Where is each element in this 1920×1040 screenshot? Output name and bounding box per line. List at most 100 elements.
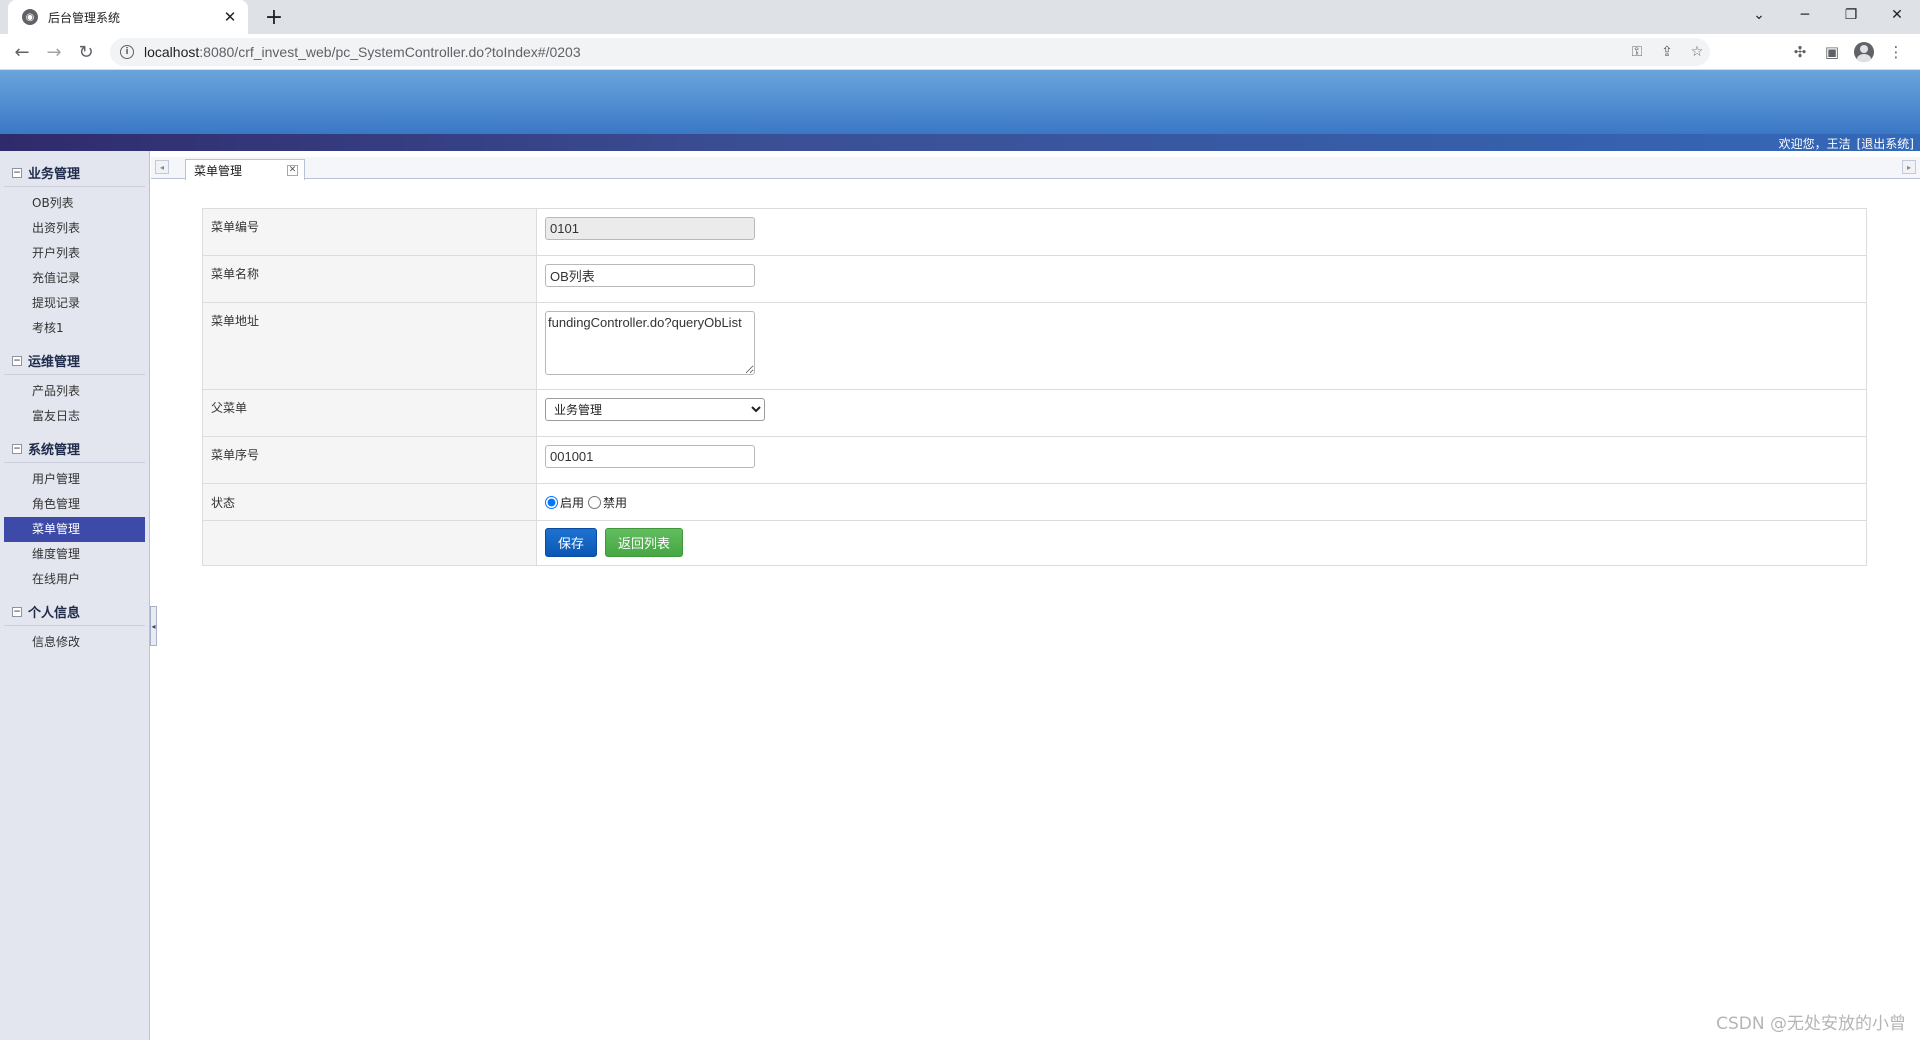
collapse-icon: − (12, 167, 22, 178)
tab-menu-management[interactable]: 菜单管理 ✕ (185, 159, 305, 180)
tab-scroll-right-icon[interactable]: ▸ (1902, 160, 1916, 174)
welcome-area: 欢迎您，王洁 [退出系统] (1773, 135, 1914, 152)
status-disabled-label[interactable]: 禁用 (603, 494, 627, 511)
kebab-menu-icon[interactable]: ⋮ (1882, 38, 1910, 66)
menu-name-label: 菜单名称 (202, 255, 537, 303)
star-icon[interactable]: ☆ (1684, 38, 1710, 66)
sidebar-item-role-management[interactable]: 角色管理 (4, 492, 145, 517)
status-cell: 启用 禁用 (536, 483, 1867, 521)
sidebar-item-fuyou-log[interactable]: 富友日志 (4, 404, 145, 429)
sidebar-item-ob-list[interactable]: OB列表 (4, 191, 145, 216)
logout-link[interactable]: [退出系统] (1857, 137, 1914, 151)
status-enabled-radio[interactable] (545, 496, 558, 509)
group-header-personal[interactable]: − 个人信息 (4, 598, 145, 626)
form-row-actions: 保存 返回列表 (202, 520, 1867, 566)
menu-edit-form: 菜单编号 菜单名称 菜单地址 fundingController.do?quer… (202, 208, 1867, 566)
back-arrow-icon[interactable]: ← (8, 38, 36, 66)
share-icon[interactable]: ⇪ (1654, 38, 1680, 66)
sidebar-item-assessment[interactable]: 考核1 (4, 316, 145, 341)
menu-url-cell: fundingController.do?queryObList (536, 302, 1867, 390)
menu-code-cell (536, 208, 1867, 256)
menu-order-cell (536, 436, 1867, 484)
sidebar-item-online-users[interactable]: 在线用户 (4, 567, 145, 592)
status-label: 状态 (202, 483, 537, 521)
parent-menu-cell: 业务管理 (536, 389, 1867, 437)
tab-scroll-left-icon[interactable]: ◂ (155, 160, 169, 174)
sidebar-item-edit-info[interactable]: 信息修改 (4, 630, 145, 655)
browser-toolbar: ← → ↻ i localhost:8080/crf_invest_web/pc… (0, 34, 1920, 70)
app-statusbar: 欢迎您，王洁 [退出系统] (0, 134, 1920, 151)
status-radio-group: 启用 禁用 (545, 494, 1858, 511)
app-banner (0, 70, 1920, 134)
group-title: 系统管理 (28, 443, 81, 458)
menu-group-business: − 业务管理 OB列表 出资列表 开户列表 充值记录 提现记录 考核1 (0, 159, 149, 341)
extensions-icon[interactable]: ✣ (1786, 38, 1814, 66)
browser-tab[interactable]: ◉ 后台管理系统 ✕ (8, 0, 248, 34)
menu-group-system: − 系统管理 用户管理 角色管理 菜单管理 维度管理 在线用户 (0, 435, 149, 592)
group-header-business[interactable]: − 业务管理 (4, 159, 145, 187)
url-host: localhost (144, 44, 200, 60)
group-header-system[interactable]: − 系统管理 (4, 435, 145, 463)
menu-order-input[interactable] (545, 445, 755, 468)
welcome-text: 欢迎您，王洁 (1778, 137, 1851, 151)
status-enabled-label[interactable]: 启用 (560, 494, 584, 511)
sidebar: − 业务管理 OB列表 出资列表 开户列表 充值记录 提现记录 考核1 − 运维管理… (0, 151, 150, 1040)
form-row-parent-menu: 父菜单 业务管理 (202, 389, 1867, 437)
watermark: CSDN @无处安放的小曾 (1716, 1014, 1906, 1034)
site-info-icon[interactable]: i (120, 45, 134, 59)
side-panel-icon[interactable]: ▣ (1818, 38, 1846, 66)
close-window-icon[interactable]: ✕ (1874, 0, 1920, 30)
form-row-menu-url: 菜单地址 fundingController.do?queryObList (202, 302, 1867, 390)
sidebar-item-account-list[interactable]: 开户列表 (4, 241, 145, 266)
form-row-menu-code: 菜单编号 (202, 208, 1867, 256)
menu-name-cell (536, 255, 1867, 303)
group-title: 业务管理 (28, 167, 81, 182)
tab-search-icon[interactable]: ⌄ (1736, 0, 1782, 30)
collapse-sidebar-handle[interactable]: ◂ (150, 606, 157, 646)
address-bar[interactable]: i localhost:8080/crf_invest_web/pc_Syste… (110, 38, 1710, 66)
key-icon[interactable]: ⚿ (1624, 38, 1650, 66)
browser-tab-title: 后台管理系统 (48, 10, 121, 25)
actions-cell: 保存 返回列表 (536, 520, 1867, 566)
menu-url-label: 菜单地址 (202, 302, 537, 390)
menu-url-textarea[interactable]: fundingController.do?queryObList (545, 311, 755, 375)
sidebar-item-user-management[interactable]: 用户管理 (4, 467, 145, 492)
form-row-status: 状态 启用 禁用 (202, 483, 1867, 521)
tab-close-icon[interactable]: ✕ (287, 164, 298, 176)
browser-tabstrip: ◉ 后台管理系统 ✕ + ⌄ ─ ❐ ✕ (0, 0, 1920, 34)
sidebar-item-withdraw-records[interactable]: 提现记录 (4, 291, 145, 316)
menu-group-ops: − 运维管理 产品列表 富友日志 (0, 347, 149, 429)
group-header-ops[interactable]: − 运维管理 (4, 347, 145, 375)
group-title: 个人信息 (28, 606, 81, 621)
sidebar-item-recharge-records[interactable]: 充值记录 (4, 266, 145, 291)
sidebar-item-menu-management[interactable]: 菜单管理 (4, 517, 145, 542)
sidebar-item-product-list[interactable]: 产品列表 (4, 379, 145, 404)
profile-avatar-icon[interactable] (1850, 38, 1878, 66)
sidebar-item-funding-list[interactable]: 出资列表 (4, 216, 145, 241)
parent-menu-select[interactable]: 业务管理 (545, 398, 765, 421)
actions-label-cell (202, 520, 537, 566)
minimize-icon[interactable]: ─ (1782, 0, 1828, 30)
tab-close-icon[interactable]: ✕ (222, 8, 238, 26)
reload-icon[interactable]: ↻ (72, 38, 100, 66)
form-row-menu-order: 菜单序号 (202, 436, 1867, 484)
menu-group-personal: − 个人信息 信息修改 (0, 598, 149, 655)
collapse-icon: − (12, 355, 22, 366)
menu-code-input[interactable] (545, 217, 755, 240)
status-disabled-radio[interactable] (588, 496, 602, 509)
new-tab-icon[interactable]: + (260, 4, 288, 30)
content-tab-strip: ◂ 菜单管理 ✕ ▸ (151, 157, 1920, 180)
form-row-menu-name: 菜单名称 (202, 255, 1867, 303)
back-to-list-button[interactable]: 返回列表 (605, 528, 684, 557)
restore-icon[interactable]: ❐ (1828, 0, 1874, 30)
menu-code-label: 菜单编号 (202, 208, 537, 256)
menu-order-label: 菜单序号 (202, 436, 537, 484)
tab-label: 菜单管理 (194, 163, 243, 178)
sidebar-item-dimension-management[interactable]: 维度管理 (4, 542, 145, 567)
save-button[interactable]: 保存 (545, 528, 598, 557)
url-path: :8080/crf_invest_web/pc_SystemController… (199, 44, 581, 60)
menu-name-input[interactable] (545, 264, 755, 287)
parent-menu-label: 父菜单 (202, 389, 537, 437)
group-title: 运维管理 (28, 355, 81, 370)
forward-arrow-icon[interactable]: → (40, 38, 68, 66)
